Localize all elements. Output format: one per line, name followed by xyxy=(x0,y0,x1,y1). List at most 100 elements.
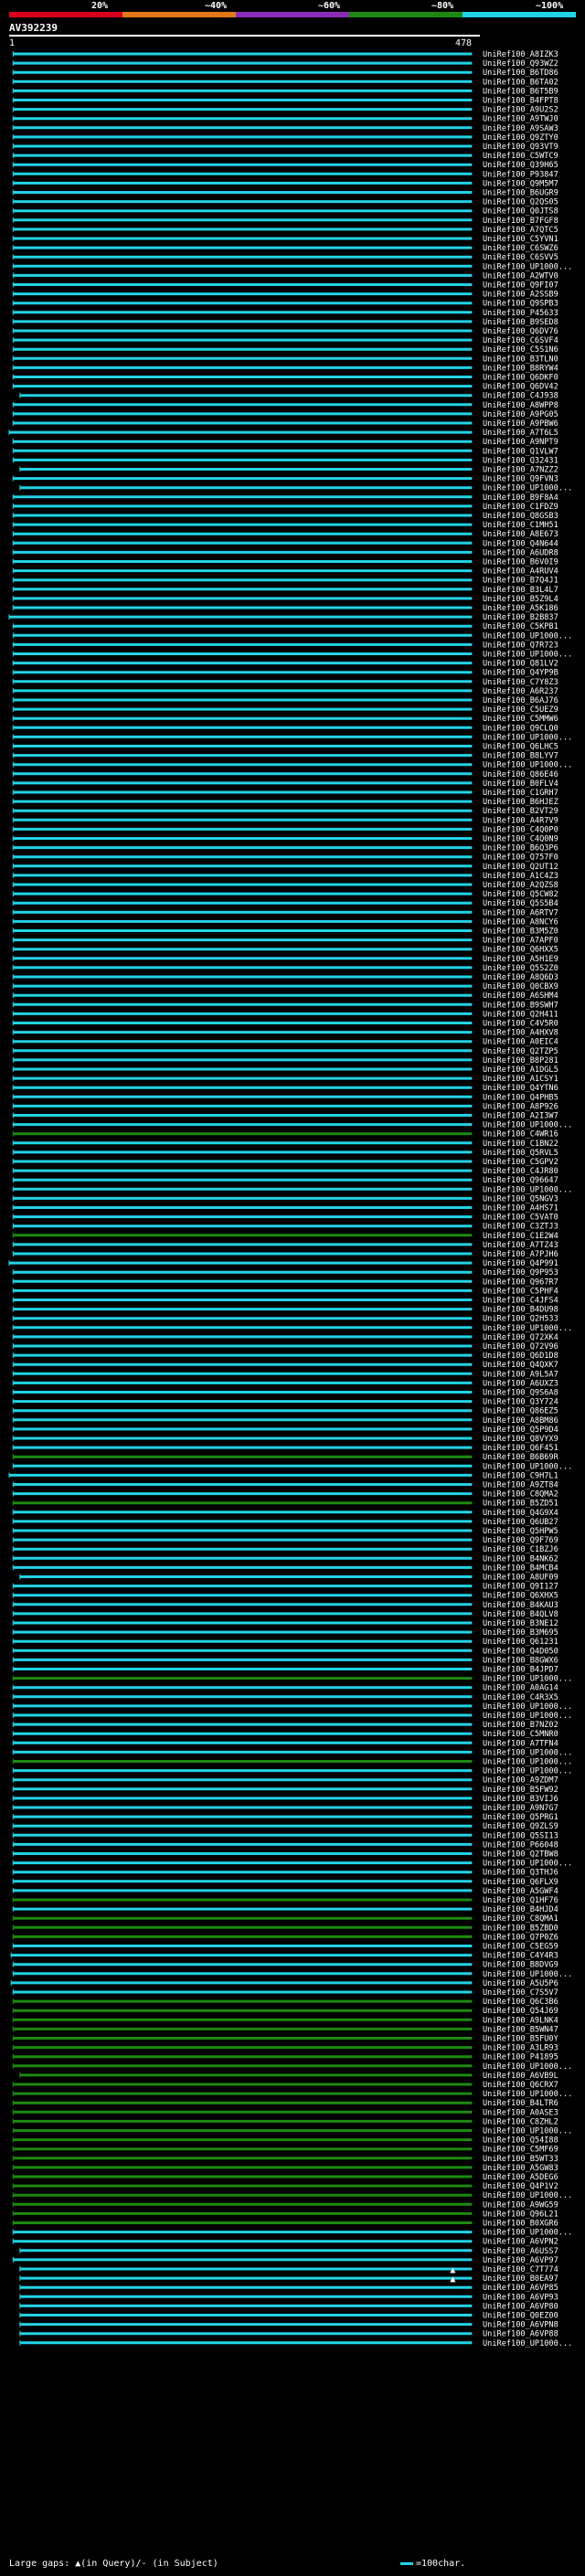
hit-label[interactable]: UniRef100_UP1000... xyxy=(483,761,572,770)
hit-label[interactable]: UniRef100_C1GRH7 xyxy=(483,789,558,798)
hit-label[interactable]: UniRef100_C5MNR0 xyxy=(483,1730,558,1739)
hit-label[interactable]: UniRef100_B6V0I9 xyxy=(483,558,558,567)
hit-label[interactable]: UniRef100_A9NPT9 xyxy=(483,438,558,447)
hit-label[interactable]: UniRef100_C4Q0N9 xyxy=(483,835,558,844)
hit-label[interactable]: UniRef100_UP1000... xyxy=(483,631,572,641)
hit-label[interactable]: UniRef100_Q9SPB3 xyxy=(483,300,558,309)
hit-label[interactable]: UniRef100_Q5CW82 xyxy=(483,890,558,899)
hit-label[interactable]: UniRef100_P45633 xyxy=(483,309,558,318)
hit-label[interactable]: UniRef100_B6HJEZ xyxy=(483,798,558,807)
hit-label[interactable]: UniRef100_UP1000... xyxy=(483,1121,572,1130)
hit-label[interactable]: UniRef100_B8GWX6 xyxy=(483,1656,558,1665)
hit-label[interactable]: UniRef100_B9F8A4 xyxy=(483,493,558,503)
hit-label[interactable]: UniRef100_C8ZHL2 xyxy=(483,2117,558,2126)
hit-label[interactable]: UniRef100_B8P281 xyxy=(483,1056,558,1065)
hit-label[interactable]: UniRef100_A9WG59 xyxy=(483,2200,558,2210)
hit-label[interactable]: UniRef100_A9L5A7 xyxy=(483,1370,558,1379)
hit-label[interactable]: UniRef100_Q6D1D8 xyxy=(483,1352,558,1361)
hit-label[interactable]: UniRef100_A6VP88 xyxy=(483,2330,558,2339)
hit-label[interactable]: UniRef100_Q81LV2 xyxy=(483,660,558,669)
hit-label[interactable]: UniRef100_C9H7L1 xyxy=(483,1471,558,1480)
hit-label[interactable]: UniRef100_B9SWH7 xyxy=(483,1001,558,1010)
hit-label[interactable]: UniRef100_B5WT33 xyxy=(483,2155,558,2164)
hit-label[interactable]: UniRef100_Q9P953 xyxy=(483,1268,558,1277)
hit-label[interactable]: UniRef100_B6B69R xyxy=(483,1453,559,1462)
hit-label[interactable]: UniRef100_B4MCB4 xyxy=(483,1564,558,1573)
hit-label[interactable]: UniRef100_A9N7G7 xyxy=(483,1804,558,1813)
hit-label[interactable]: UniRef100_Q4N644 xyxy=(483,539,558,548)
hit-label[interactable]: UniRef100_A6UDR8 xyxy=(483,548,558,557)
hit-label[interactable]: UniRef100_P93847 xyxy=(483,170,558,179)
hit-label[interactable]: UniRef100_B0XGR6 xyxy=(483,2220,558,2229)
hit-label[interactable]: UniRef100_Q2UT12 xyxy=(483,863,558,872)
hit-label[interactable]: UniRef100_Q5HPW5 xyxy=(483,1527,558,1536)
hit-label[interactable]: UniRef100_Q2H411 xyxy=(483,1010,558,1019)
hit-label[interactable]: UniRef100_Q9CLQ0 xyxy=(483,724,558,733)
hit-label[interactable]: UniRef100_B0EA97 xyxy=(483,2274,558,2284)
hit-label[interactable]: UniRef100_Q7P0Z6 xyxy=(483,1933,558,1942)
hit-label[interactable]: UniRef100_A5GWF4 xyxy=(483,1887,558,1896)
hit-label[interactable]: UniRef100_Q6CRX7 xyxy=(483,2081,558,2090)
hit-label[interactable]: UniRef100_Q0CBX9 xyxy=(483,982,558,991)
hit-label[interactable]: UniRef100_Q8VYX9 xyxy=(483,1435,558,1444)
hit-label[interactable]: UniRef100_Q9ZTY0 xyxy=(483,133,558,143)
hit-label[interactable]: UniRef100_B5WN47 xyxy=(483,2025,558,2034)
hit-label[interactable]: UniRef100_UP1000... xyxy=(483,1702,572,1712)
hit-label[interactable]: UniRef100_Q967R7 xyxy=(483,1277,558,1287)
hit-label[interactable]: UniRef100_UP1000... xyxy=(483,2191,572,2200)
hit-label[interactable]: UniRef100_A9ZDM7 xyxy=(483,1776,558,1786)
hit-label[interactable]: UniRef100_B3M5Z0 xyxy=(483,928,558,937)
hit-label[interactable]: UniRef100_C1BN22 xyxy=(483,1140,558,1149)
hit-label[interactable]: UniRef100_A8NCY6 xyxy=(483,917,558,927)
hit-label[interactable]: UniRef100_A7PJH6 xyxy=(483,1250,558,1259)
hit-label[interactable]: UniRef100_Q5P9D4 xyxy=(483,1426,558,1435)
hit-label[interactable]: UniRef100_Q5SI13 xyxy=(483,1831,558,1840)
hit-label[interactable]: UniRef100_A4R7V9 xyxy=(483,816,558,825)
hit-label[interactable]: UniRef100_A0ASE3 xyxy=(483,2108,558,2117)
hit-label[interactable]: UniRef100_C1BZJ6 xyxy=(483,1545,558,1554)
hit-label[interactable]: UniRef100_UP1000... xyxy=(483,733,572,742)
hit-label[interactable]: UniRef100_Q5S5B4 xyxy=(483,899,558,908)
hit-label[interactable]: UniRef100_A7QTC5 xyxy=(483,226,558,235)
hit-label[interactable]: UniRef100_Q5S2Z0 xyxy=(483,964,558,973)
hit-label[interactable]: UniRef100_Q54J69 xyxy=(483,2007,558,2016)
hit-label[interactable]: UniRef100_A6VPN8 xyxy=(483,2321,558,2330)
hit-label[interactable]: UniRef100_UP1000... xyxy=(483,484,572,493)
hit-label[interactable]: UniRef100_Q0EZ00 xyxy=(483,2312,558,2321)
hit-label[interactable]: UniRef100_A5U5P6 xyxy=(483,1979,558,1988)
hit-label[interactable]: UniRef100_Q4D050 xyxy=(483,1647,558,1656)
hit-label[interactable]: UniRef100_A7NZZ2 xyxy=(483,466,558,475)
hit-label[interactable]: UniRef100_UP1000... xyxy=(483,1767,572,1776)
hit-label[interactable]: UniRef100_C5MMW6 xyxy=(483,715,558,724)
hit-label[interactable]: UniRef100_C4Q0P0 xyxy=(483,825,558,834)
hit-label[interactable]: UniRef100_UP1000... xyxy=(483,1758,572,1767)
hit-label[interactable]: UniRef100_UP1000... xyxy=(483,1860,572,1869)
hit-label[interactable]: UniRef100_Q86E46 xyxy=(483,770,558,779)
hit-label[interactable]: UniRef100_Q8GSB3 xyxy=(483,512,558,521)
hit-label[interactable]: UniRef100_C5KPB1 xyxy=(483,622,558,631)
hit-label[interactable]: UniRef100_B6AJ76 xyxy=(483,696,558,705)
hit-label[interactable]: UniRef100_Q72V96 xyxy=(483,1342,558,1352)
hit-label[interactable]: UniRef100_C4V5R0 xyxy=(483,1020,558,1029)
hit-label[interactable]: UniRef100_Q4PHB5 xyxy=(483,1093,558,1102)
hit-label[interactable]: UniRef100_A9ZT84 xyxy=(483,1481,558,1490)
hit-label[interactable]: UniRef100_B5ZBD0 xyxy=(483,1924,558,1933)
hit-label[interactable]: UniRef100_B3NE12 xyxy=(483,1619,558,1628)
hit-label[interactable]: UniRef100_A8UF09 xyxy=(483,1574,558,1583)
hit-label[interactable]: UniRef100_B8LYV7 xyxy=(483,752,558,761)
hit-label[interactable]: UniRef100_UP1000... xyxy=(483,1324,572,1333)
hit-label[interactable]: UniRef100_C5S1N6 xyxy=(483,345,558,355)
hit-label[interactable]: UniRef100_C1MH51 xyxy=(483,521,558,530)
hit-label[interactable]: UniRef100_A2SSB9 xyxy=(483,291,558,300)
hit-label[interactable]: UniRef100_Q5RVL5 xyxy=(483,1149,558,1158)
hit-label[interactable]: UniRef100_Q6XHX5 xyxy=(483,1592,558,1601)
hit-label[interactable]: UniRef100_B3VIJ6 xyxy=(483,1795,558,1804)
hit-label[interactable]: UniRef100_A5K186 xyxy=(483,604,558,613)
hit-label[interactable]: UniRef100_A6VP97 xyxy=(483,2256,558,2265)
hit-label[interactable]: UniRef100_C1E2W4 xyxy=(483,1232,558,1241)
hit-label[interactable]: UniRef100_B0FLV4 xyxy=(483,779,558,789)
hit-label[interactable]: UniRef100_Q4P991 xyxy=(483,1259,558,1268)
hit-label[interactable]: UniRef100_C4JFS4 xyxy=(483,1297,558,1306)
hit-label[interactable]: UniRef100_A3LR93 xyxy=(483,2044,558,2053)
hit-label[interactable]: UniRef100_UP1000... xyxy=(483,2090,572,2099)
